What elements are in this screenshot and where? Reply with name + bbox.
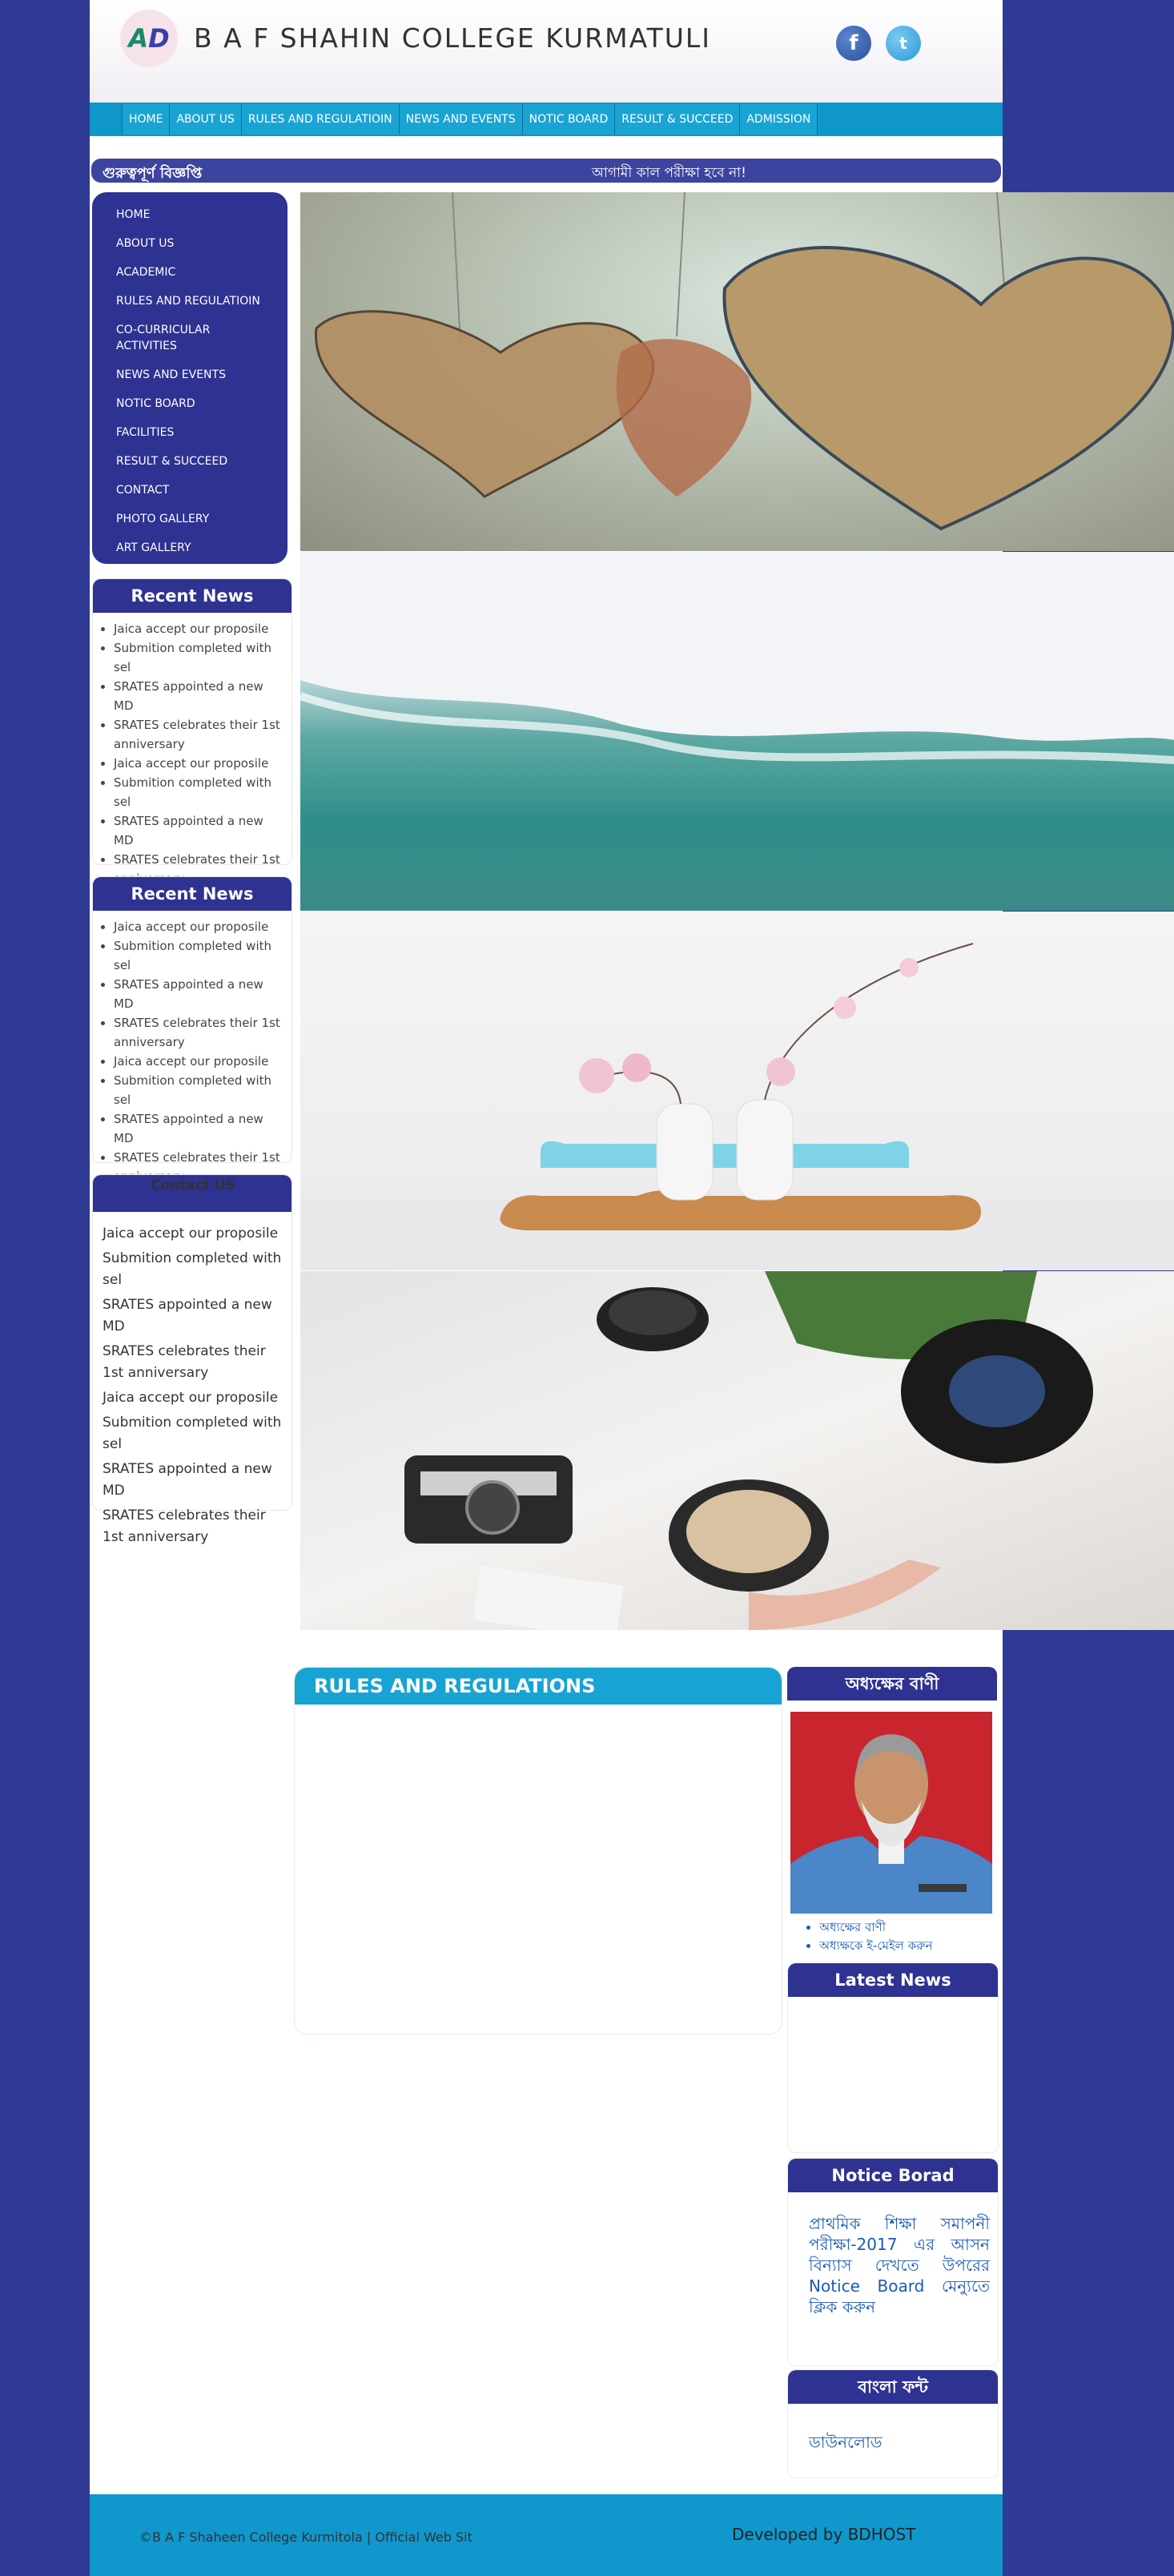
sidebar-item-rules[interactable]: RULES AND REGULATIOIN	[116, 293, 276, 309]
contact-item[interactable]: Jaica accept our proposile	[93, 1223, 291, 1248]
notice-board-box: Notice Borad প্রাথমিক শিক্ষা সমাপনী পরীক…	[787, 2158, 999, 2366]
important-notice-bar: গুরুত্বপূর্ণ বিজ্ঞপ্তি আগামী কাল পরীক্ষা…	[91, 159, 1001, 183]
sidebar-item-about-us[interactable]: ABOUT US	[116, 235, 276, 252]
principal-message-box: অধ্যক্ষের বাণী অধ্যক্ষের বাণী অধ্যক্ষকে …	[787, 1667, 997, 1955]
sidebar-item-photo-gallery[interactable]: PHOTO GALLERY	[116, 511, 276, 527]
desk-illustration	[404, 1271, 1093, 1630]
news-item[interactable]: Jaica accept our proposile	[114, 754, 291, 773]
recent-news-box: Recent News Jaica accept our proposile S…	[92, 578, 292, 886]
slider-image-hearts	[300, 192, 1174, 551]
recent-news-box-2: Recent News Jaica accept our proposile S…	[92, 876, 292, 1184]
sidebar-item-art-gallery[interactable]: ART GALLERY	[116, 540, 276, 556]
nav-result[interactable]: RESULT & SUCCEED	[615, 104, 741, 135]
nav-home[interactable]: HOME	[123, 104, 171, 135]
twitter-icon[interactable]: t	[886, 26, 921, 61]
contact-item[interactable]: SRATES celebrates their 1st anniversary	[93, 1505, 291, 1552]
notice-board-text[interactable]: প্রাথমিক শিক্ষা সমাপনী পরীক্ষা-2017 এর আ…	[788, 2192, 998, 2317]
news-item[interactable]: Submition completed with sel	[114, 1071, 291, 1109]
contact-us-box: Contact US Jaica accept our proposile Su…	[92, 1174, 292, 1545]
bangla-font-title: বাংলা ফন্ট	[788, 2370, 998, 2404]
rules-title: RULES AND REGULATIONS	[295, 1668, 782, 1705]
sidebar-item-facilities[interactable]: FACILITIES	[116, 425, 276, 441]
contact-item[interactable]: SRATES appointed a new MD	[93, 1294, 291, 1341]
news-item[interactable]: SRATES appointed a new MD	[114, 1109, 291, 1148]
contact-item[interactable]: SRATES appointed a new MD	[93, 1459, 291, 1505]
site-footer: ©B A F Shaheen College Kurmitola | Offic…	[90, 2494, 1003, 2576]
recent-news-title: Recent News	[93, 877, 291, 911]
download-link[interactable]: ডাউনলোড	[788, 2404, 998, 2457]
footer-developer[interactable]: Developed by BDHOST	[732, 2525, 915, 2544]
news-item[interactable]: SRATES celebrates their 1st anniversary	[114, 1013, 291, 1052]
nav-about-us[interactable]: ABOUT US	[170, 104, 242, 135]
news-item[interactable]: Jaica accept our proposile	[114, 1052, 291, 1071]
latest-news-box: Latest News	[787, 1962, 999, 2153]
top-navigation: HOME ABOUT US RULES AND REGULATIOIN NEWS…	[90, 103, 1003, 136]
contact-item[interactable]: Submition completed with sel	[93, 1248, 291, 1294]
sidebar-item-co-curricular[interactable]: CO-CURRICULAR ACTIVITIES	[116, 322, 236, 354]
rules-panel: RULES AND REGULATIONS	[294, 1667, 782, 2035]
notice-marquee-text[interactable]: আগামী কাল পরীক্ষা হবে না!	[592, 163, 746, 185]
notice-label: গুরুত্বপূর্ণ বিজ্ঞপ্তি	[103, 165, 203, 182]
news-item[interactable]: Jaica accept our proposile	[114, 619, 291, 638]
news-item[interactable]: SRATES appointed a new MD	[114, 811, 291, 850]
contact-item[interactable]: Jaica accept our proposile	[93, 1387, 291, 1412]
email-principal-link[interactable]: অধ্যক্ষকে ই-মেইল করুন	[819, 1937, 997, 1955]
latest-news-title: Latest News	[788, 1963, 998, 1997]
principal-title: অধ্যক্ষের বাণী	[787, 1667, 997, 1701]
notice-board-title: Notice Borad	[788, 2159, 998, 2192]
hearts-illustration	[315, 192, 1174, 531]
sidebar-item-contact[interactable]: CONTACT	[116, 482, 276, 498]
footer-copyright: ©B A F Shaheen College Kurmitola | Offic…	[139, 2530, 472, 2545]
sidebar-item-home[interactable]: HOME	[116, 207, 276, 223]
sidebar-item-news-events[interactable]: NEWS AND EVENTS	[116, 367, 276, 383]
recent-news-title: Recent News	[93, 579, 291, 613]
contact-item[interactable]: SRATES celebrates their 1st anniversary	[93, 1341, 291, 1387]
slider-image-sea-foam	[300, 552, 1174, 911]
page-container: AD B A F SHAHIN COLLEGE KURMATULI f t HO…	[90, 0, 1174, 2576]
facebook-icon[interactable]: f	[836, 26, 871, 61]
college-logo[interactable]: AD	[120, 10, 178, 67]
nav-admission[interactable]: ADMISSION	[740, 104, 818, 135]
principal-message-link[interactable]: অধ্যক্ষের বাণী	[819, 1918, 997, 1937]
contact-us-title: Contact US	[93, 1175, 291, 1212]
news-item[interactable]: Jaica accept our proposile	[114, 917, 291, 936]
sidebar-item-notice-board[interactable]: NOTIC BOARD	[116, 396, 276, 412]
news-item[interactable]: Submition completed with sel	[114, 773, 291, 811]
slider-image-vases	[300, 912, 1174, 1270]
principal-portrait	[790, 1712, 992, 1914]
news-item[interactable]: Submition completed with sel	[114, 638, 291, 677]
foam-illustration	[300, 552, 1174, 764]
sidebar-navigation: HOME ABOUT US ACADEMIC RULES AND REGULAT…	[92, 192, 287, 564]
principal-photo	[790, 1712, 992, 1914]
news-item[interactable]: SRATES celebrates their 1st anniversary	[114, 715, 291, 754]
site-header: AD B A F SHAHIN COLLEGE KURMATULI f t	[90, 0, 1003, 103]
sidebar-item-result[interactable]: RESULT & SUCCEED	[116, 453, 276, 469]
news-item[interactable]: SRATES appointed a new MD	[114, 677, 291, 715]
nav-notice-board[interactable]: NOTIC BOARD	[522, 104, 616, 135]
contact-item[interactable]: Submition completed with sel	[93, 1412, 291, 1459]
news-item[interactable]: SRATES appointed a new MD	[114, 975, 291, 1013]
site-title: B A F SHAHIN COLLEGE KURMATULI	[194, 22, 712, 54]
slider-image-desk-camera	[300, 1271, 1174, 1630]
nav-news-events[interactable]: NEWS AND EVENTS	[399, 104, 523, 135]
news-item[interactable]: Submition completed with sel	[114, 936, 291, 975]
sidebar-item-academic[interactable]: ACADEMIC	[116, 264, 276, 280]
nav-rules[interactable]: RULES AND REGULATIOIN	[241, 104, 400, 135]
bangla-font-box: বাংলা ফন্ট ডাউনলোড	[787, 2369, 999, 2478]
vases-illustration	[300, 943, 1174, 1270]
